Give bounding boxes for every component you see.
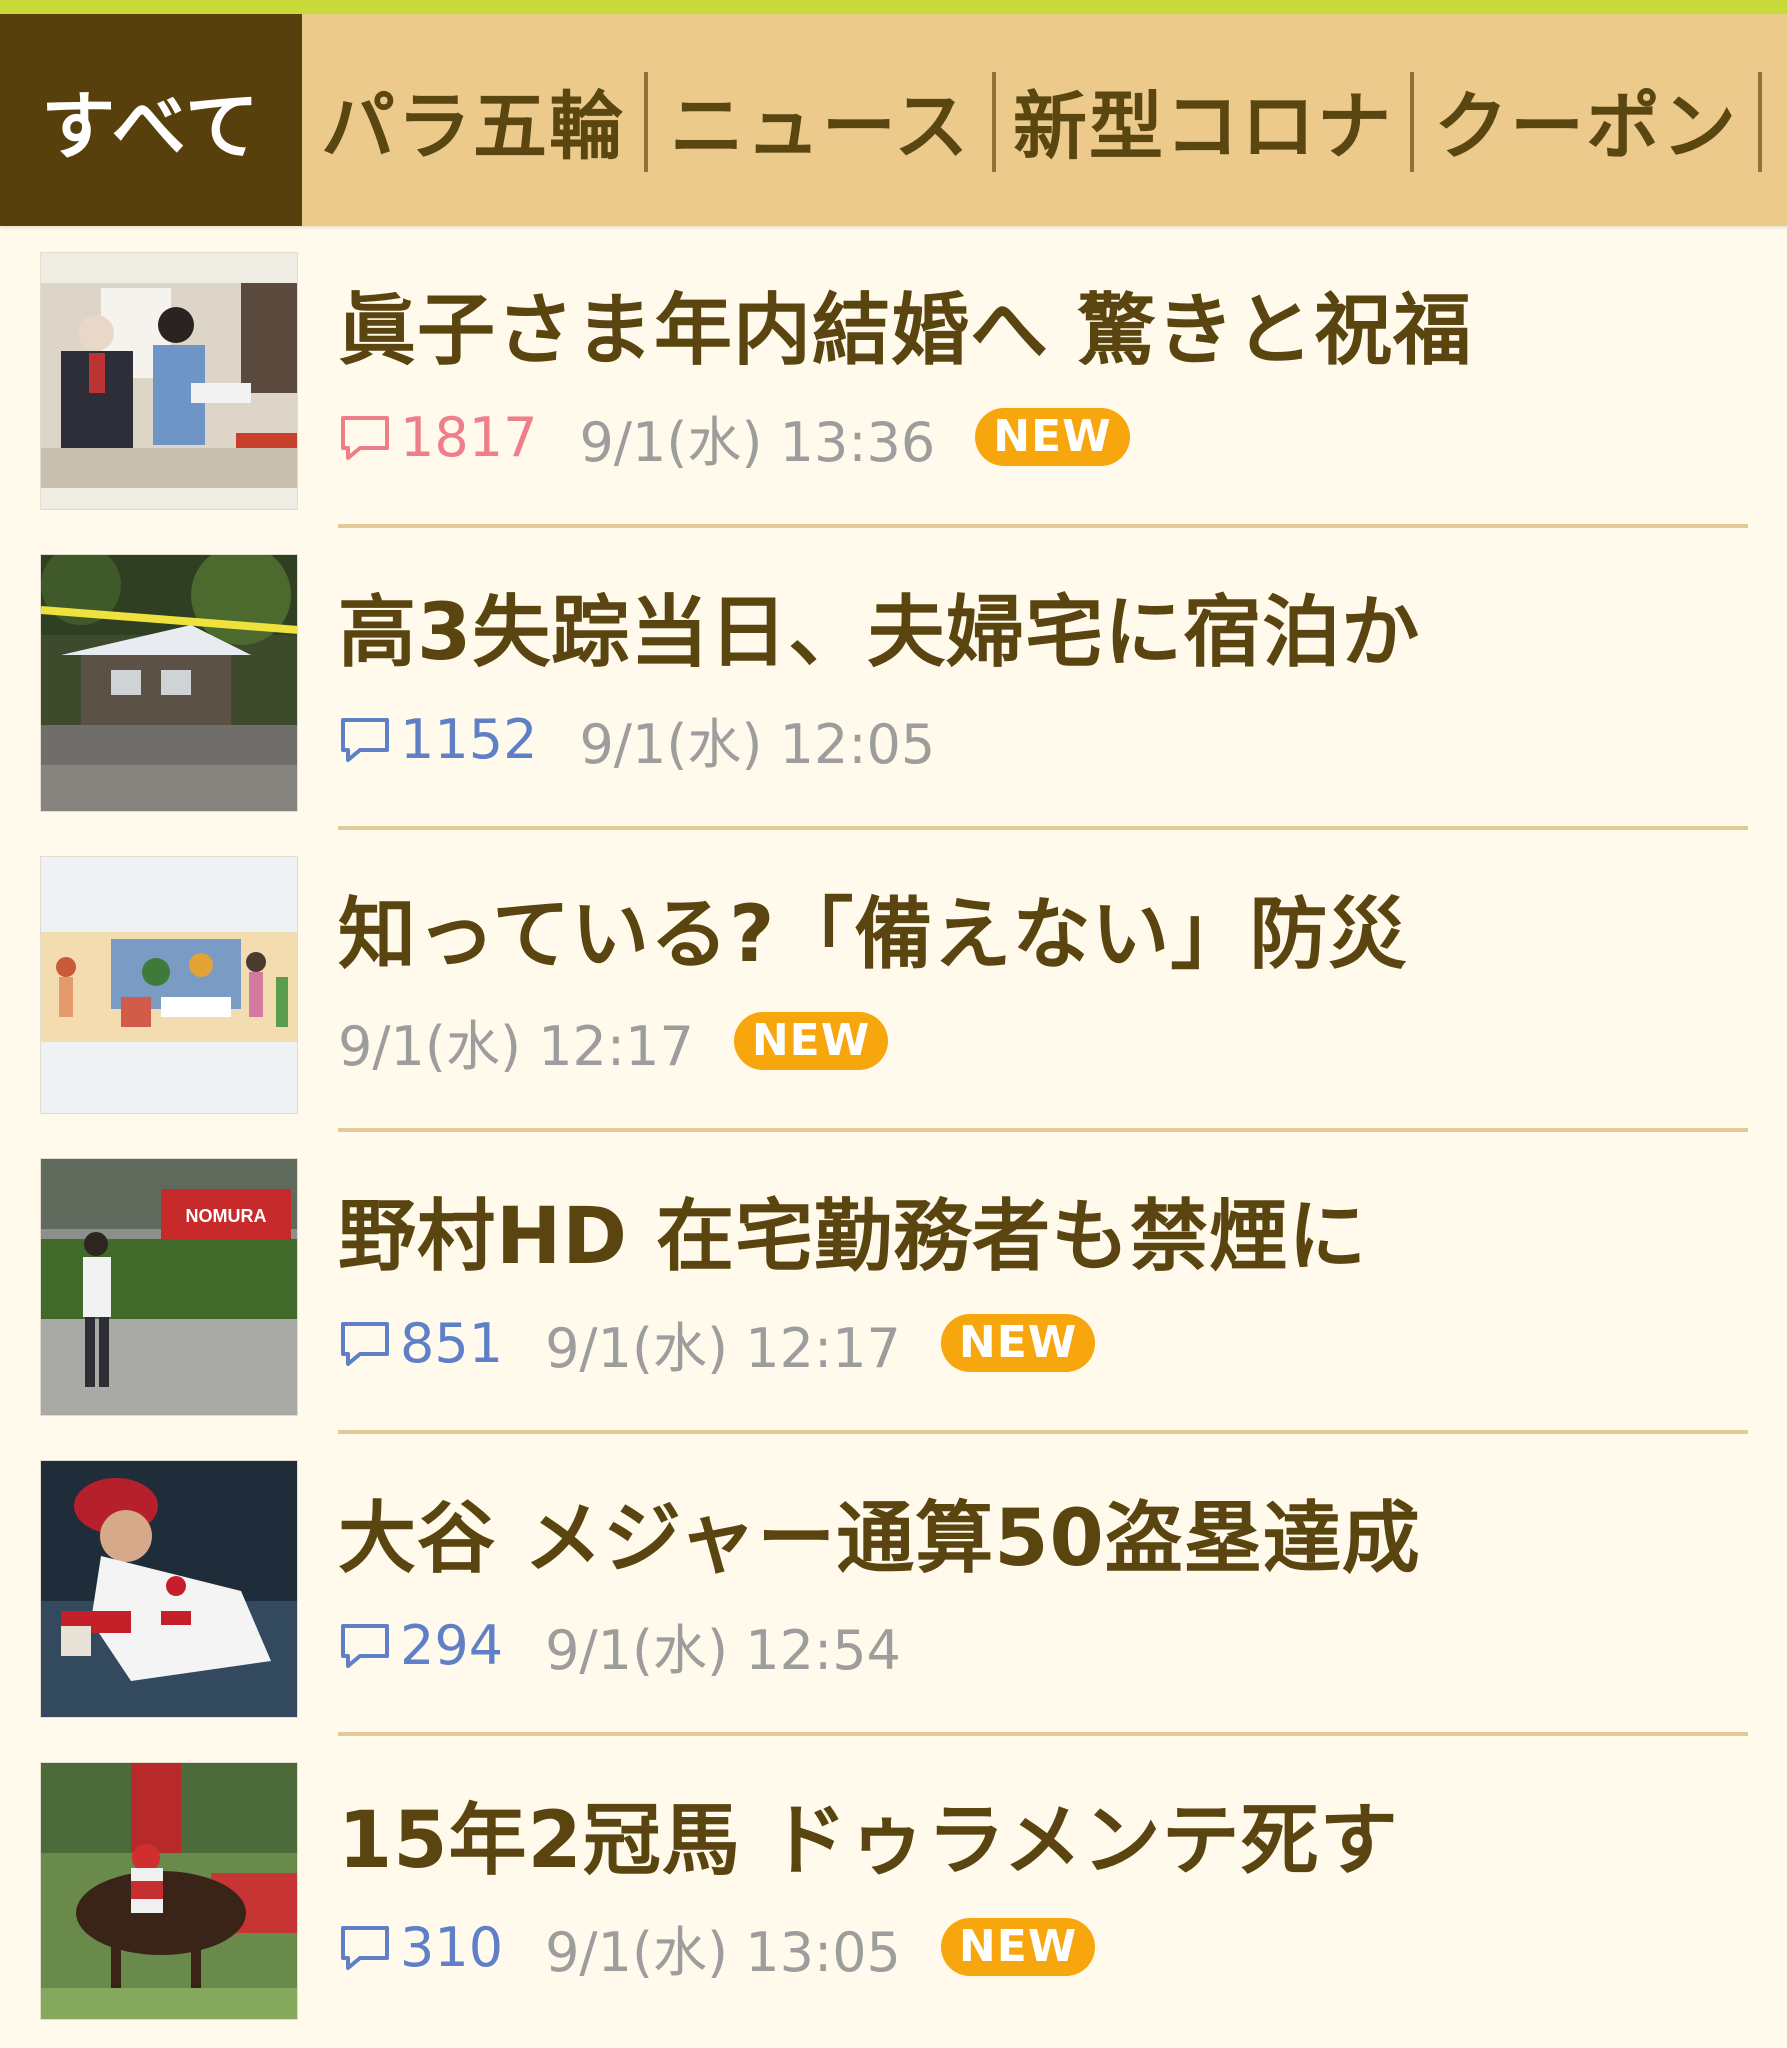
news-meta: 1817 9/1(水) 13:36 NEW	[338, 402, 1130, 474]
news-date: 9/1(水) 12:05	[579, 712, 936, 776]
news-meta: 851 9/1(水) 12:17 NEW	[338, 1308, 1096, 1380]
tab-news[interactable]: ニュース	[648, 14, 992, 226]
news-headline[interactable]: 高3失踪当日、夫婦宅に宿泊か	[338, 588, 1420, 678]
tab-label: すべて	[41, 83, 261, 170]
new-badge: NEW	[940, 1918, 1096, 1976]
tab-paralympics[interactable]: パラ五輪	[302, 14, 644, 226]
news-meta: 9/1(水) 12:17 NEW	[338, 1006, 889, 1078]
news-item[interactable]: 大谷 メジャー通算50盗塁達成 294 9/1(水) 12:54	[0, 1434, 1787, 1736]
news-thumbnail	[40, 1460, 298, 1718]
news-date: 9/1(水) 12:17	[545, 1316, 901, 1380]
comment-count: 310	[338, 1916, 503, 1979]
comment-count: 294	[338, 1614, 503, 1677]
news-thumbnail	[40, 252, 298, 510]
news-headline[interactable]: 眞子さま年内結婚へ 驚きと祝福	[338, 286, 1472, 376]
news-meta: 310 9/1(水) 13:05 NEW	[338, 1912, 1096, 1984]
comment-count-value: 1817	[400, 405, 538, 469]
news-item[interactable]: 知っている?「備えない」防災 9/1(水) 12:17 NEW	[0, 830, 1787, 1132]
tab-label: パラ五輪	[321, 83, 625, 170]
speech-bubble-icon	[341, 1926, 389, 1970]
comment-count: 1817	[338, 406, 537, 469]
new-badge: NEW	[975, 408, 1130, 466]
comment-count-value: 310	[400, 1915, 504, 1979]
news-item[interactable]: 高3失踪当日、夫婦宅に宿泊か 1152 9/1(水) 12:05	[0, 528, 1787, 830]
news-thumbnail: NOMURA	[40, 1158, 298, 1416]
speech-bubble-icon	[341, 718, 389, 762]
tab-divider	[1758, 72, 1762, 172]
comment-count-value: 851	[400, 1311, 504, 1375]
new-badge: NEW	[733, 1012, 889, 1070]
news-date: 9/1(水) 12:54	[545, 1618, 901, 1682]
speech-bubble-icon	[341, 1322, 389, 1366]
news-headline[interactable]: 野村HD 在宅勤務者も禁煙に	[338, 1192, 1367, 1282]
news-headline[interactable]: 知っている?「備えない」防災	[338, 890, 1407, 980]
category-tabs: すべて パラ五輪 ニュース 新型コロナ クーポン	[0, 14, 1787, 226]
news-date: 9/1(水) 13:36	[579, 410, 936, 474]
news-thumbnail	[40, 856, 298, 1114]
accent-bar	[0, 0, 1787, 14]
news-item[interactable]: 眞子さま年内結婚へ 驚きと祝福 1817 9/1(水) 13:36 NEW	[0, 226, 1787, 528]
comment-count: 851	[338, 1312, 503, 1375]
comment-count-value: 1152	[400, 707, 538, 771]
thumb-sign-text: NOMURA	[186, 1206, 267, 1226]
news-item[interactable]: 15年2冠馬 ドゥラメンテ死す 310 9/1(水) 13:05 NEW	[0, 1736, 1787, 2038]
tab-all[interactable]: すべて	[0, 14, 302, 226]
tab-coupon[interactable]: クーポン	[1414, 14, 1758, 226]
comment-count: 1152	[338, 708, 537, 771]
news-date: 9/1(水) 12:17	[338, 1014, 694, 1078]
tab-label: ニュース	[669, 83, 971, 170]
news-headline[interactable]: 15年2冠馬 ドゥラメンテ死す	[338, 1796, 1399, 1886]
comment-count-value: 294	[400, 1613, 504, 1677]
news-meta: 1152 9/1(水) 12:05	[338, 704, 935, 776]
news-meta: 294 9/1(水) 12:54	[338, 1610, 901, 1682]
news-date: 9/1(水) 13:05	[545, 1920, 901, 1984]
tab-label: 新型コロナ	[1013, 83, 1393, 170]
news-headline[interactable]: 大谷 メジャー通算50盗塁達成	[338, 1494, 1421, 1584]
news-thumbnail	[40, 554, 298, 812]
speech-bubble-icon	[341, 1624, 389, 1668]
tab-label: クーポン	[1434, 83, 1738, 170]
speech-bubble-icon	[341, 416, 389, 460]
news-thumbnail	[40, 1762, 298, 2020]
tab-covid[interactable]: 新型コロナ	[996, 14, 1410, 226]
news-item[interactable]: NOMURA 野村HD 在宅勤務者も禁煙に 851 9/1(水) 12:17 N…	[0, 1132, 1787, 1434]
new-badge: NEW	[940, 1314, 1096, 1372]
